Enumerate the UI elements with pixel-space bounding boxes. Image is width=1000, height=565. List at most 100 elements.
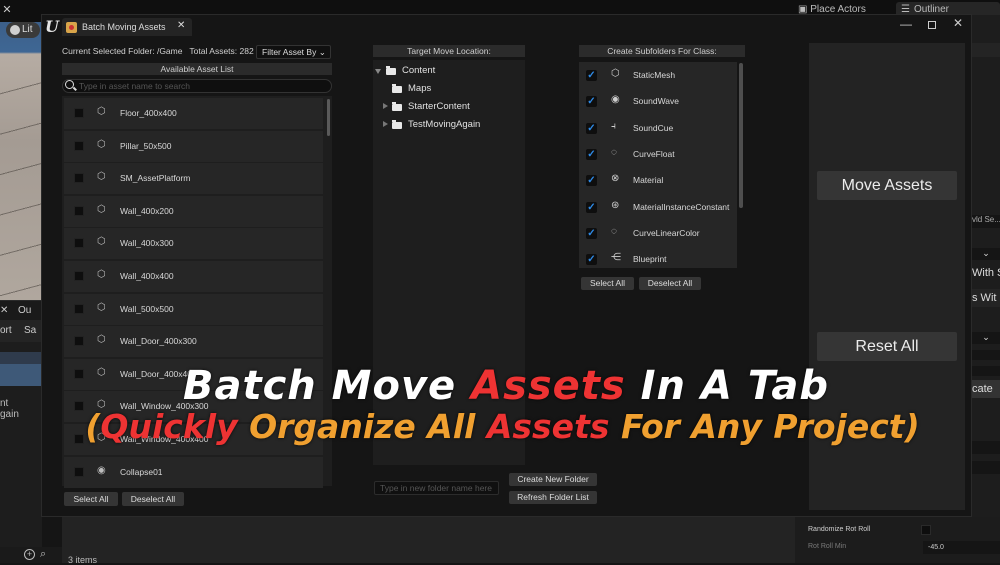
class-checkbox[interactable]: ✓ xyxy=(586,201,597,213)
asset-checkbox[interactable] xyxy=(74,205,84,216)
asset-list-item[interactable]: ⬡ Floor_400x400 xyxy=(64,98,323,129)
class-list-item[interactable]: ✓ ⊛ MaterialInstanceConstant xyxy=(579,194,737,220)
asset-list-item[interactable]: ⬡ Wall_400x400 xyxy=(64,261,323,292)
viewport-tab-close-icon[interactable]: ✕ xyxy=(0,3,14,16)
dropdown-chevron-icon[interactable]: ⌄ xyxy=(972,332,1000,344)
move-assets-button[interactable]: Move Assets xyxy=(817,171,957,200)
asset-list-item[interactable]: ⬡ Wall_400x200 xyxy=(64,195,323,227)
minimize-button[interactable]: — xyxy=(900,17,912,31)
static-mesh-icon: ⬡ xyxy=(611,68,620,79)
select-all-classes-button[interactable]: Select All xyxy=(581,277,634,290)
close-window-button[interactable]: ✕ xyxy=(953,16,963,30)
rot-roll-min-input[interactable]: -45.0 xyxy=(923,541,1000,554)
class-list-item[interactable]: ✓ ◌ CurveLinearColor xyxy=(579,220,737,246)
tree-item-maps[interactable]: Maps xyxy=(408,83,431,94)
tab-title: Batch Moving Assets xyxy=(82,22,166,32)
search-icon xyxy=(65,80,74,89)
asset-name: Wall_400x200 xyxy=(120,205,174,216)
class-name: MaterialInstanceConstant xyxy=(633,201,730,212)
overlay-subtitle: (Quickly Organize All Assets For Any Pro… xyxy=(0,405,1000,449)
class-name: Material xyxy=(633,175,664,186)
refresh-folder-list-button[interactable]: Refresh Folder List xyxy=(509,491,597,504)
create-new-folder-button[interactable]: Create New Folder xyxy=(509,473,597,486)
filter-asset-button[interactable]: Filter Asset By ⌄ xyxy=(256,45,331,59)
class-name: CurveLinearColor xyxy=(633,227,700,238)
add-icon[interactable]: + xyxy=(24,549,35,560)
available-asset-list-header: Available Asset List xyxy=(62,63,332,75)
save-button-partial[interactable]: Sa xyxy=(24,325,36,336)
asset-list-item[interactable]: ⬡ Pillar_50x500 xyxy=(64,130,323,162)
class-checkbox[interactable]: ✓ xyxy=(586,96,597,108)
deselect-all-assets-button[interactable]: Deselect All xyxy=(122,492,184,506)
folder-icon xyxy=(386,66,396,75)
class-list-item[interactable]: ✓ ◌ CurveFloat xyxy=(579,141,737,167)
static-mesh-icon: ⬡ xyxy=(97,269,106,280)
total-assets-label: Total Assets: 282 xyxy=(189,46,254,56)
view-mode-button[interactable]: Lit xyxy=(6,22,40,38)
blueprint-icon: ⋲ xyxy=(611,252,621,264)
sound-wave-icon: ◉ xyxy=(97,464,106,476)
expand-arrow-icon[interactable] xyxy=(375,69,381,74)
class-list-item[interactable]: ✓ ◉ SoundWave xyxy=(579,88,737,114)
reset-all-button[interactable]: Reset All xyxy=(817,332,957,361)
search-icon[interactable]: ⌕ xyxy=(40,548,46,561)
asset-list-item[interactable]: ◉ Collapse01 xyxy=(64,456,323,488)
randomize-rot-roll-checkbox[interactable] xyxy=(921,525,931,535)
asset-list-item[interactable]: ⬡ Wall_Door_400x300 xyxy=(64,326,323,358)
input-field[interactable] xyxy=(972,350,1000,360)
tree-item-content[interactable]: Content xyxy=(402,65,435,76)
static-mesh-icon: ⬡ xyxy=(97,301,106,313)
button-partial[interactable]: s Wit xyxy=(972,289,1000,307)
asset-list-item[interactable]: ⬡ Wall_500x500 xyxy=(64,293,323,325)
class-checkbox[interactable]: ✓ xyxy=(586,175,597,187)
overlay-text-highlight: Assets xyxy=(471,363,626,409)
class-checkbox[interactable]: ✓ xyxy=(586,122,597,134)
asset-checkbox[interactable] xyxy=(74,336,84,347)
view-mode-label: Lit xyxy=(22,24,33,35)
dropdown-chevron-icon[interactable]: ⌄ xyxy=(972,248,1000,260)
class-checkbox[interactable]: ✓ xyxy=(586,70,597,81)
asset-list-scrollbar[interactable] xyxy=(327,99,330,136)
class-list-item[interactable]: ✓ ⊗ Material xyxy=(579,167,737,193)
static-mesh-icon: ⬡ xyxy=(97,236,106,248)
asset-checkbox[interactable] xyxy=(74,303,84,314)
asset-checkbox[interactable] xyxy=(74,108,84,118)
asset-list-item[interactable]: ⬡ Wall_400x300 xyxy=(64,228,323,260)
deselect-all-classes-button[interactable]: Deselect All xyxy=(639,277,701,290)
material-icon: ⊗ xyxy=(611,173,620,185)
asset-checkbox[interactable] xyxy=(74,173,84,184)
tree-item-testmovingagain[interactable]: TestMovingAgain xyxy=(408,119,480,130)
collapse-arrow-icon[interactable] xyxy=(383,103,388,109)
collapse-arrow-icon[interactable] xyxy=(383,121,388,127)
input-field[interactable] xyxy=(972,461,1000,474)
maximize-button[interactable] xyxy=(928,21,936,29)
tree-item-startercontent[interactable]: StarterContent xyxy=(408,101,470,112)
overlay-text: ( xyxy=(85,407,101,446)
class-list-item[interactable]: ✓ ⫞ SoundCue xyxy=(579,115,737,141)
asset-name: Floor_400x400 xyxy=(120,108,177,118)
asset-search-input[interactable]: Type in asset name to search xyxy=(62,79,332,93)
new-folder-name-input[interactable]: Type in new folder name here xyxy=(374,481,499,495)
asset-checkbox[interactable] xyxy=(74,140,84,151)
outliner-tab-partial[interactable]: Ou xyxy=(18,305,31,316)
tab-close-icon[interactable]: ✕ xyxy=(177,20,185,31)
current-folder-label: Current Selected Folder: /Game xyxy=(62,46,183,56)
asset-checkbox[interactable] xyxy=(74,466,84,477)
class-list-scrollbar[interactable] xyxy=(739,63,743,208)
class-checkbox[interactable]: ✓ xyxy=(586,148,597,160)
class-checkbox[interactable]: ✓ xyxy=(586,254,597,266)
overlay-text: Batch Move xyxy=(182,363,472,409)
select-all-assets-button[interactable]: Select All xyxy=(64,492,118,506)
tab-close-icon[interactable]: ✕ xyxy=(0,305,8,316)
button-partial[interactable]: With S xyxy=(972,264,1000,282)
class-list-item[interactable]: ✓ ⬡ StaticMesh xyxy=(579,62,737,88)
class-checkbox[interactable]: ✓ xyxy=(586,227,597,239)
class-list-item[interactable]: ✓ ⋲ Blueprint xyxy=(579,246,737,272)
tab-batch-moving-assets[interactable]: Batch Moving Assets xyxy=(62,18,192,36)
level-viewport[interactable] xyxy=(0,22,42,300)
asset-checkbox[interactable] xyxy=(74,238,84,249)
asset-checkbox[interactable] xyxy=(74,271,84,281)
asset-list-item[interactable]: ⬡ SM_AssetPlatform xyxy=(64,163,323,195)
import-button-partial[interactable]: ort xyxy=(0,325,12,336)
sound-cue-icon: ⫞ xyxy=(611,120,616,132)
